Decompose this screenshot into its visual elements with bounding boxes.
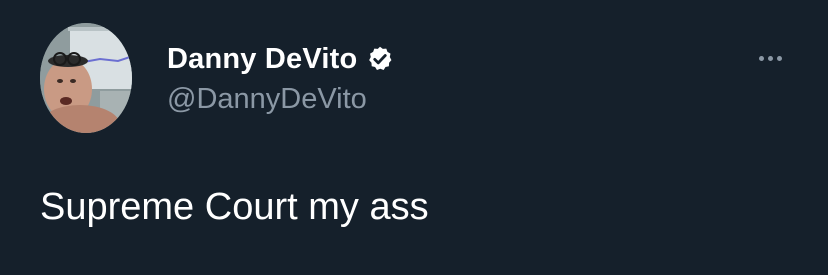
more-dot-icon (776, 55, 782, 61)
tweet-card: Danny DeVito @DannyDeVito Supreme Court … (0, 0, 828, 275)
tweet-text: Supreme Court my ass (40, 186, 429, 228)
more-dot-icon (758, 55, 764, 61)
author-display-name[interactable]: Danny DeVito (167, 43, 357, 76)
author-handle[interactable]: @DannyDeVito (167, 83, 367, 116)
more-options-button[interactable] (748, 43, 792, 73)
avatar-image (40, 23, 132, 133)
author-avatar[interactable] (40, 23, 132, 133)
author-name-row: Danny DeVito (167, 41, 394, 77)
verified-badge-icon (366, 45, 394, 73)
more-dot-icon (767, 55, 773, 61)
